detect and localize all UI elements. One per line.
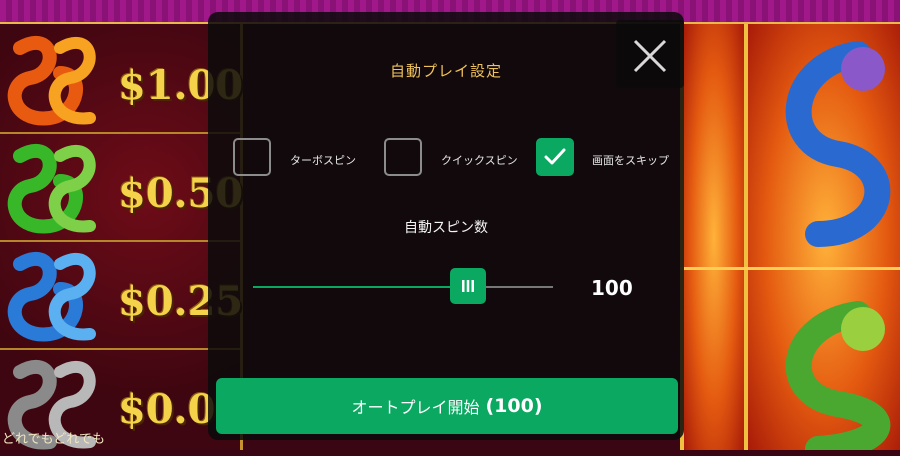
start-autoplay-button[interactable]: オートプレイ開始 (100) <box>216 378 678 434</box>
pay-value: $0.0 <box>118 386 216 433</box>
skip-screen-checkbox[interactable] <box>536 138 574 176</box>
start-autoplay-label: オートプレイ開始 <box>351 398 480 417</box>
close-icon <box>633 39 667 73</box>
reel-column <box>744 24 900 456</box>
skip-screen-label: 画面をスキップ <box>592 154 669 167</box>
spin-count-value: 100 <box>591 276 633 300</box>
turbo-spin-label: ターボスピン <box>290 154 356 167</box>
paytable-row: $0.25 <box>0 240 243 350</box>
reel-column <box>680 24 744 450</box>
start-autoplay-count: (100) <box>485 395 543 417</box>
quick-spin-label: クイックスピン <box>441 154 518 167</box>
slider-fill <box>253 286 469 288</box>
modal-title: 自動プレイ設定 <box>389 62 502 80</box>
grip-icon <box>462 280 474 292</box>
reel-divider <box>680 267 900 270</box>
spin-count-slider-handle[interactable] <box>450 268 486 304</box>
dragon-symbol-icon <box>7 35 96 126</box>
reels <box>680 24 900 456</box>
spin-count-label: 自動スピン数 <box>404 220 488 236</box>
paytable-row: $0.50 <box>0 132 243 242</box>
paytable: $1.00 $0.50 $0.25 $0.0 どれでもどれでも <box>0 24 243 450</box>
checkmark-icon <box>544 148 566 165</box>
paytable-caption: どれでもどれでも <box>2 432 105 447</box>
spin-count-slider-track[interactable] <box>253 286 553 288</box>
dragon-symbol-icon <box>7 143 96 234</box>
autoplay-settings-modal: 自動プレイ設定 ターボスピン クイックスピン 画面をスキップ 自動スピン数 10… <box>208 12 684 440</box>
close-button[interactable] <box>616 20 684 88</box>
dragon-symbol-icon <box>785 41 891 456</box>
paytable-row: $1.00 <box>0 24 243 134</box>
dragon-symbol-icon <box>7 251 96 342</box>
turbo-spin-checkbox[interactable] <box>233 138 271 176</box>
quick-spin-checkbox[interactable] <box>384 138 422 176</box>
